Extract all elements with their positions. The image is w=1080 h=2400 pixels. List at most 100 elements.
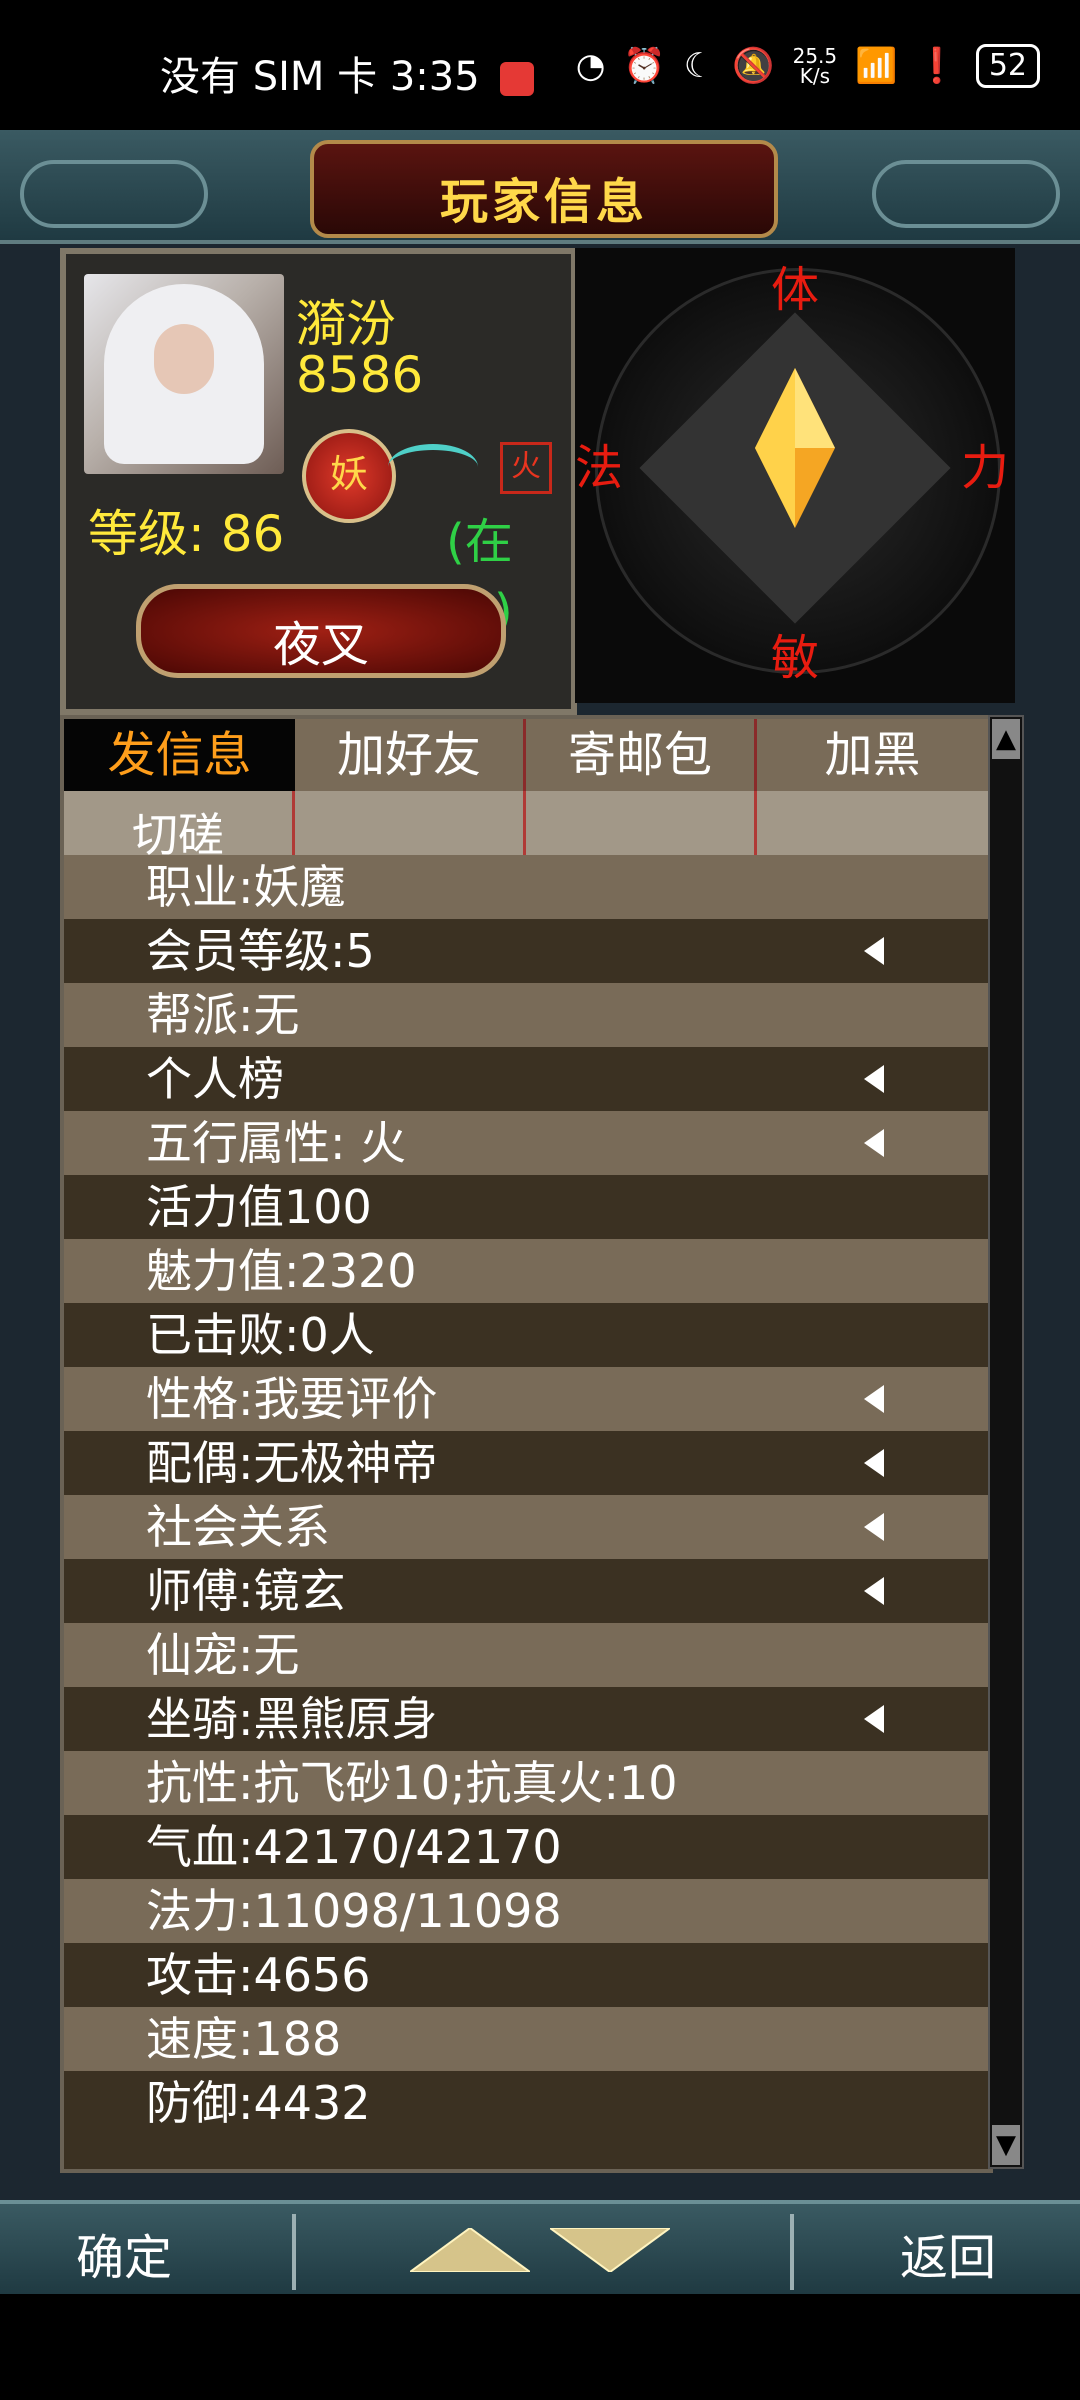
- nfc-icon: ◔: [575, 46, 606, 86]
- info-row[interactable]: 师傅:镜玄: [64, 1559, 989, 1623]
- back-button[interactable]: 返回: [900, 2218, 996, 2288]
- info-row: 法力:11098/11098: [64, 1879, 989, 1943]
- battery-indicator: 52: [975, 44, 1040, 88]
- net-speed: 25.5 K/s: [793, 46, 838, 86]
- info-row[interactable]: 坐骑:黑熊原身: [64, 1687, 989, 1751]
- info-row[interactable]: 五行属性: 火: [64, 1111, 989, 1175]
- tab-blacklist[interactable]: 加黑: [757, 719, 988, 791]
- player-level: 等级: 86: [88, 505, 285, 563]
- info-row[interactable]: 个人榜: [64, 1047, 989, 1111]
- info-row-text: 已击败:0人: [146, 1308, 375, 1362]
- header-bar: 玩家信息: [0, 130, 1080, 244]
- info-row: 已击败:0人: [64, 1303, 989, 1367]
- cloud-swirl-icon: [388, 444, 478, 490]
- action-tabs: 发信息 加好友 寄邮包 加黑: [64, 719, 989, 791]
- expand-arrow-icon[interactable]: [864, 1513, 884, 1541]
- info-row-text: 坐骑:黑熊原身: [146, 1692, 438, 1746]
- nickname-button[interactable]: 夜叉: [136, 584, 506, 678]
- info-row-text: 仙宠:无: [146, 1628, 300, 1682]
- attr-label-right: 力: [961, 440, 1010, 496]
- tab-send-message[interactable]: 发信息: [64, 719, 295, 791]
- status-bar: 没有 SIM 卡 3:35 ◔ ⏰ ☾ 🔕 25.5 K/s 📶 ❗ 52: [0, 0, 1080, 130]
- avatar-face: [154, 324, 214, 394]
- player-id: 8586: [296, 346, 424, 404]
- status-left: 没有 SIM 卡 3:35: [160, 44, 535, 102]
- clock: 3:35: [389, 54, 480, 100]
- expand-arrow-icon[interactable]: [864, 1577, 884, 1605]
- info-row: 职业:妖魔: [64, 855, 989, 919]
- huawei-app-icon: [500, 62, 535, 96]
- alert-icon: ❗: [915, 46, 958, 86]
- info-row-text: 法力:11098/11098: [146, 1884, 562, 1938]
- info-row-text: 速度:188: [146, 2012, 342, 2066]
- net-speed-unit: K/s: [799, 64, 830, 88]
- expand-arrow-icon[interactable]: [864, 1129, 884, 1157]
- mute-icon: 🔕: [732, 46, 775, 86]
- tab-add-friend[interactable]: 加好友: [295, 719, 526, 791]
- moon-icon: ☾: [683, 46, 715, 86]
- page-up-icon[interactable]: [410, 2228, 530, 2272]
- info-row[interactable]: 社会关系: [64, 1495, 989, 1559]
- info-row-text: 职业:妖魔: [146, 860, 346, 914]
- profile-panel: 漪汾 8586 妖 火 等级: 86 (在线) 夜叉: [60, 248, 577, 715]
- info-row-text: 性格:我要评价: [146, 1372, 438, 1426]
- info-row[interactable]: 会员等级:5: [64, 919, 989, 983]
- info-row-text: 会员等级:5: [146, 924, 375, 978]
- info-row: 魅力值:2320: [64, 1239, 989, 1303]
- info-row: 抗性:抗飞砂10;抗真火:10: [64, 1751, 989, 1815]
- info-row-text: 气血:42170/42170: [146, 1820, 562, 1874]
- cloud-ornament-left-icon: [20, 160, 208, 228]
- game-screen: 玩家信息 漪汾 8586 妖 火 等级: 86 (在线) 夜叉 体 法 力 敏: [0, 130, 1080, 2294]
- divider-left: [292, 2214, 296, 2290]
- info-row: 防御:4432: [64, 2071, 989, 2135]
- status-right: ◔ ⏰ ☾ 🔕 25.5 K/s 📶 ❗ 52: [576, 44, 1040, 88]
- alarm-icon: ⏰: [623, 46, 666, 86]
- subtab-cell: [757, 791, 988, 855]
- wifi-icon: 📶: [855, 46, 898, 86]
- info-row-text: 帮派:无: [146, 988, 300, 1042]
- info-row-text: 魅力值:2320: [146, 1244, 417, 1298]
- info-row-text: 活力值100: [146, 1180, 372, 1234]
- carrier-text: 没有 SIM 卡: [160, 54, 378, 100]
- info-row: 气血:42170/42170: [64, 1815, 989, 1879]
- info-row-text: 五行属性: 火: [146, 1116, 407, 1170]
- expand-arrow-icon[interactable]: [864, 1705, 884, 1733]
- info-row: 帮派:无: [64, 983, 989, 1047]
- info-row: 活力值100: [64, 1175, 989, 1239]
- subtab-cell: [295, 791, 526, 855]
- attribute-compass: 体 法 力 敏: [575, 248, 1015, 703]
- faction-emblem-icon: 妖: [302, 429, 396, 523]
- list-scrollbar[interactable]: ▲ ▼: [988, 715, 1024, 2169]
- expand-arrow-icon[interactable]: [864, 937, 884, 965]
- player-avatar[interactable]: [84, 274, 284, 474]
- info-row: 速度:188: [64, 2007, 989, 2071]
- net-speed-value: 25.5: [792, 44, 838, 68]
- subtab-cell: [526, 791, 757, 855]
- info-row-text: 个人榜: [146, 1052, 284, 1106]
- info-row-text: 抗性:抗飞砂10;抗真火:10: [146, 1756, 678, 1810]
- expand-arrow-icon[interactable]: [864, 1385, 884, 1413]
- nickname-label: 夜叉: [272, 617, 369, 673]
- info-row: 攻击:4656: [64, 1943, 989, 2007]
- expand-arrow-icon[interactable]: [864, 1065, 884, 1093]
- expand-arrow-icon[interactable]: [864, 1449, 884, 1477]
- scroll-up-icon[interactable]: ▲: [992, 719, 1020, 759]
- attr-label-top: 体: [771, 262, 820, 318]
- info-row-text: 攻击:4656: [146, 1948, 371, 2002]
- cloud-ornament-right-icon: [872, 160, 1060, 228]
- confirm-button[interactable]: 确定: [76, 2218, 172, 2288]
- info-row-text: 配偶:无极神帝: [146, 1436, 438, 1490]
- tab-send-parcel[interactable]: 寄邮包: [526, 719, 757, 791]
- attr-label-left: 法: [575, 440, 624, 496]
- info-row[interactable]: 性格:我要评价: [64, 1367, 989, 1431]
- info-row-text: 社会关系: [146, 1500, 330, 1554]
- scroll-down-icon[interactable]: ▼: [992, 2125, 1020, 2165]
- divider-right: [790, 2214, 794, 2290]
- page-down-icon[interactable]: [550, 2228, 670, 2272]
- info-row[interactable]: 配偶:无极神帝: [64, 1431, 989, 1495]
- attr-label-bottom: 敏: [771, 630, 820, 686]
- bottom-bar: 确定 返回: [0, 2200, 1080, 2294]
- info-row: 仙宠:无: [64, 1623, 989, 1687]
- element-badge-icon: 火: [500, 442, 552, 494]
- page-title: 玩家信息: [439, 174, 648, 230]
